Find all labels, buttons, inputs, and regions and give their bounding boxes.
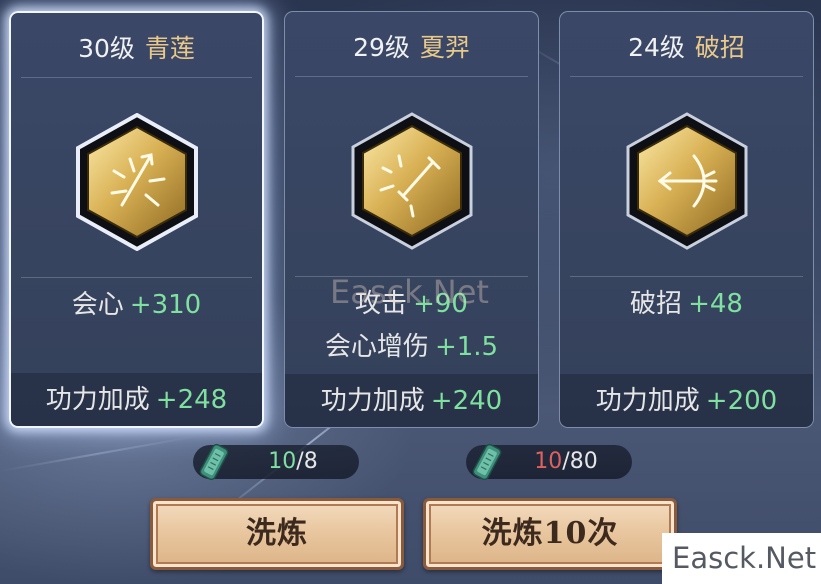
bonus-value: +200: [705, 386, 778, 416]
card-name: 夏羿: [419, 33, 470, 62]
jade-tablet-icon: [472, 443, 502, 481]
refine-button[interactable]: 洗炼: [150, 498, 404, 570]
stat-value: +1.5: [434, 332, 499, 362]
cost-have: 10: [268, 449, 297, 474]
card-level: 30级: [78, 34, 135, 63]
refine-10-button-label: 洗炼10次: [481, 516, 619, 551]
cost-need: /8: [296, 449, 318, 474]
cost-count: 10/8: [233, 445, 353, 479]
card-level: 29级: [353, 33, 410, 62]
watermark-corner: Easck.Net: [662, 533, 821, 584]
divider: [570, 76, 803, 77]
card-title: 30级 青莲: [11, 33, 262, 65]
divider: [21, 277, 252, 278]
skill-card-2[interactable]: 29级 夏羿 攻击 +90 会心增伤 +1.5 功力加成 +240: [284, 11, 539, 428]
cost-count: 10/80: [506, 445, 626, 479]
bonus-value: +248: [155, 385, 228, 415]
bonus-line: 功力加成 +240: [285, 384, 538, 418]
cost-counter-ten: 10/80: [466, 443, 632, 481]
bonus-value: +240: [430, 386, 503, 416]
jade-tablet-icon: [199, 443, 229, 481]
card-level: 24级: [628, 33, 685, 62]
refine-button-label: 洗炼: [246, 516, 308, 551]
bonus-label: 功力加成: [595, 386, 700, 416]
bonus-strip: 功力加成 +248: [11, 373, 262, 426]
stat-line: 攻击 +90: [285, 287, 538, 321]
skill-card-1[interactable]: 30级 青莲 会心 +310 功力加成 +248: [9, 11, 264, 428]
divider: [570, 276, 803, 277]
gold-hex-bow-arrow-icon: [626, 112, 747, 250]
divider: [295, 276, 528, 277]
bonus-label: 功力加成: [320, 386, 425, 416]
card-name: 破招: [694, 33, 745, 62]
stat-value: +90: [413, 289, 468, 319]
stat-line: 会心 +310: [11, 288, 262, 322]
card-title: 29级 夏羿: [285, 32, 538, 64]
bg-light-streak: [0, 435, 198, 472]
bonus-strip: 功力加成 +240: [285, 374, 538, 427]
stat-label: 会心: [71, 290, 124, 320]
gold-hex-burst-arrow-icon: [75, 113, 198, 251]
cost-counter-single: 10/8: [193, 443, 359, 481]
bonus-label: 功力加成: [45, 385, 150, 415]
bonus-line: 功力加成 +200: [560, 384, 813, 418]
stat-label: 破招: [630, 289, 683, 319]
skill-card-3[interactable]: 24级 破招 破招 +48 功力加成 +200: [559, 11, 814, 428]
refine-screen: 30级 青莲 会心 +310 功力加成 +248 29级 夏羿 攻击 +90 会…: [0, 0, 821, 584]
divider: [295, 76, 528, 77]
stat-label: 会心增伤: [324, 332, 429, 362]
gold-hex-sword-burst-icon: [351, 112, 472, 250]
bonus-line: 功力加成 +248: [11, 383, 262, 417]
cost-need: /80: [562, 449, 598, 474]
stat-value: +310: [129, 290, 202, 320]
bonus-strip: 功力加成 +200: [560, 374, 813, 427]
cost-have: 10: [534, 449, 563, 474]
card-name: 青莲: [144, 34, 195, 63]
stat-value: +48: [688, 289, 743, 319]
card-title: 24级 破招: [560, 32, 813, 64]
divider: [21, 77, 252, 78]
refine-10-button[interactable]: 洗炼10次: [423, 498, 677, 570]
stat-line: 破招 +48: [560, 287, 813, 321]
stat-line: 会心增伤 +1.5: [285, 330, 538, 364]
stat-label: 攻击: [355, 289, 408, 319]
